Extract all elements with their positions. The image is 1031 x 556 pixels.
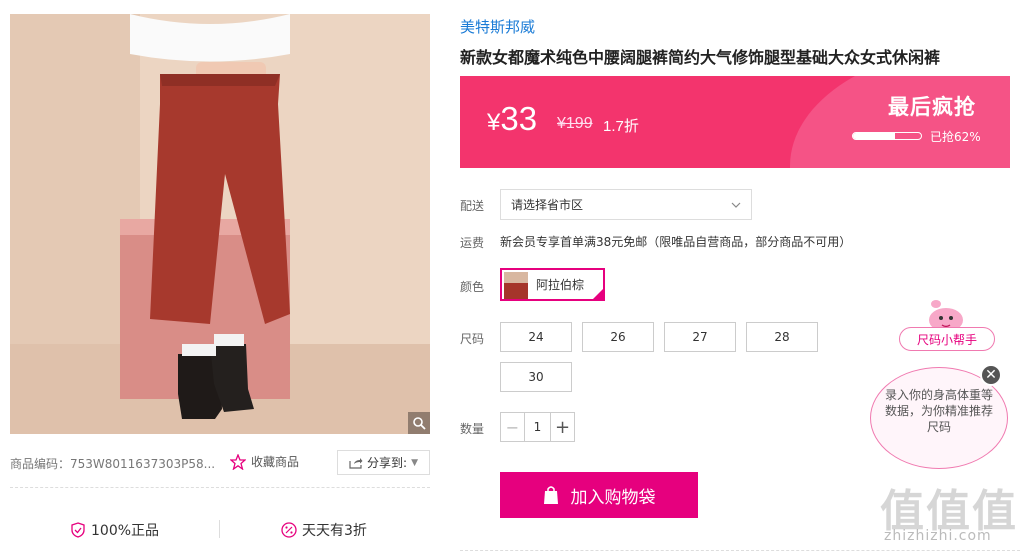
size-option[interactable]: 28 [746,322,818,352]
sold-progress-text: 已抢62% [930,130,981,144]
size-option[interactable]: 24 [500,322,572,352]
favorite-button[interactable]: 收藏商品 [230,453,299,470]
favorite-label: 收藏商品 [251,455,300,469]
price-banner: ¥33 ¥199 1.7折 最后疯抢 已抢62% [460,76,1010,168]
assurance-authentic: 100%正品 [70,520,159,540]
watermark-url: zhizhizhi.com [884,528,992,544]
add-to-cart-label: 加入购物袋 [570,487,656,508]
discount-rate: 1.7折 [603,118,639,135]
currency-symbol: ¥ [487,109,501,136]
share-dropdown[interactable]: 分享到: ▼ [337,450,430,475]
close-icon[interactable]: ✕ [980,364,1002,386]
product-code: 商品编码：753W8011637303P58... [10,457,216,471]
add-to-cart-button[interactable]: 加入购物袋 [500,472,698,518]
flash-sale-label: 最后疯抢 [888,95,976,119]
shipping-label: 运费 [460,236,485,250]
shopping-bag-icon [543,486,558,504]
assurance-discount-label: 天天有3折 [302,523,367,539]
size-option[interactable]: 27 [664,322,736,352]
divider [460,550,1020,551]
delivery-label: 配送 [460,199,485,213]
banner-decoration [790,76,1010,168]
sold-progress-fill [853,133,896,139]
star-icon [230,453,246,470]
divider [219,520,220,538]
region-select[interactable]: 请选择省市区 [500,189,752,220]
color-option-selected[interactable]: 阿拉伯棕 [500,268,605,301]
sold-progress-bar [852,132,922,140]
region-select-value: 请选择省市区 [511,198,584,212]
quantity-increase-button[interactable]: + [550,413,574,441]
quantity-label: 数量 [460,422,485,436]
share-icon [349,457,363,469]
assurance-authentic-label: 100%正品 [91,523,160,539]
quantity-input[interactable]: 1 [525,413,550,441]
size-helper-button[interactable]: 尺码小帮手 [899,327,995,351]
color-swatch-image [504,271,528,299]
quantity-decrease-button[interactable]: − [501,413,525,441]
size-option[interactable]: 26 [582,322,654,352]
brand-link[interactable]: 美特斯邦威 [460,16,535,37]
size-option[interactable]: 30 [500,362,572,392]
color-label: 颜色 [460,280,485,294]
product-photo-illustration [10,14,430,434]
current-price: ¥33 [487,100,537,138]
share-label: 分享到: [367,456,408,470]
zoom-icon[interactable] [408,412,430,434]
percent-icon [281,522,297,538]
chevron-down-icon [731,202,741,208]
color-option-label: 阿拉伯棕 [536,278,585,292]
quantity-stepper: − 1 + [500,412,575,442]
current-price-value: 33 [500,100,538,137]
shipping-info: 新会员专享首单满38元免邮（限唯品自营商品，部分商品不可用） [500,235,852,249]
selected-check-icon [591,287,605,301]
product-image[interactable] [10,14,430,434]
shield-check-icon [71,522,85,538]
caret-down-icon: ▼ [411,457,418,468]
product-title: 新款女都魔术纯色中腰阔腿裤简约大气修饰腿型基础大众女式休闲裤 [460,48,941,67]
original-price: ¥199 [557,115,593,132]
divider [10,487,430,488]
size-label: 尺码 [460,332,485,346]
assurance-discount: 天天有3折 [281,520,367,540]
